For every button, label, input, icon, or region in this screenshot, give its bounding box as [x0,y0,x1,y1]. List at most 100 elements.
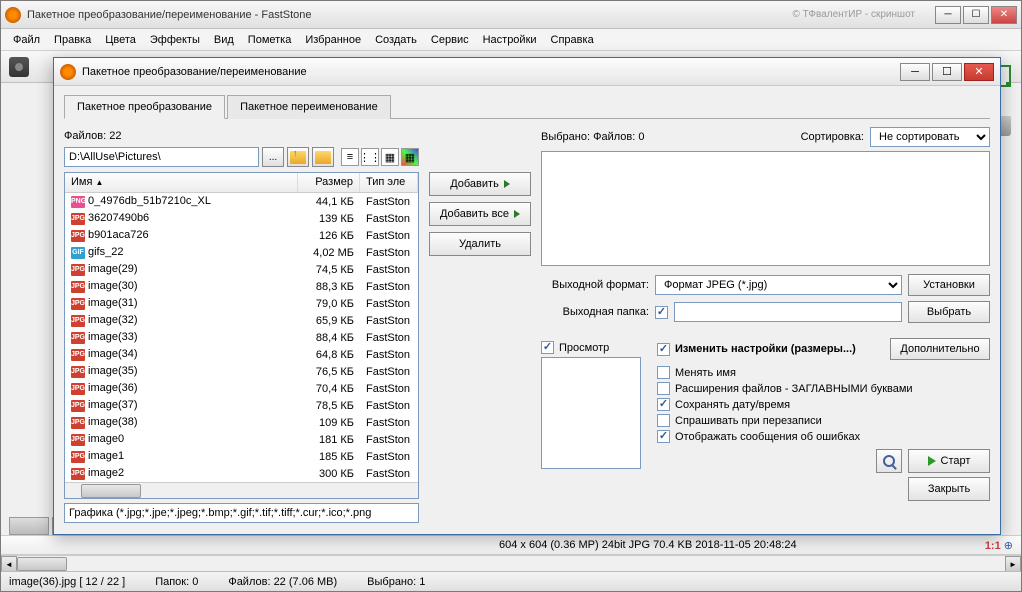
view-thumbs-icon[interactable]: ▦ [401,148,419,166]
menu-файл[interactable]: Файл [7,32,46,48]
add-button[interactable]: Добавить [429,172,531,196]
menu-цвета[interactable]: Цвета [99,32,142,48]
option-checkbox-1[interactable] [657,382,670,395]
option-checkbox-0[interactable] [657,366,670,379]
arrow-right-icon [514,210,520,218]
tab-1[interactable]: Пакетное переименование [227,95,391,119]
main-window-controls: ─ ☐ ✕ [935,6,1017,24]
resize-checkbox[interactable] [657,343,670,356]
format-select[interactable]: Формат JPEG (*.jpg) [655,275,902,295]
file-row[interactable]: JPGimage(36)70,4 КБFastSton [65,380,418,397]
menu-создать[interactable]: Создать [369,32,423,48]
menu-вид[interactable]: Вид [208,32,240,48]
dialog-titlebar: Пакетное преобразование/переименование ─… [54,58,1000,86]
dialog-minimize-button[interactable]: ─ [900,63,930,81]
resize-label: Изменить настройки (размеры...) [675,343,856,355]
view-list-icon[interactable]: ≡ [341,148,359,166]
list-hscroll-thumb[interactable] [81,484,141,498]
remove-button[interactable]: Удалить [429,232,531,256]
folder-checkbox[interactable] [655,306,668,319]
file-row[interactable]: JPG36207490b6139 КБFastSton [65,210,418,227]
view-icons-icon[interactable]: ▦ [381,148,399,166]
jpg-icon: JPG [71,298,85,310]
start-button[interactable]: Старт [908,449,990,473]
file-row[interactable]: PNG0_4976db_51b7210c_XL44,1 КБFastSton [65,193,418,210]
col-size[interactable]: Размер [298,173,360,192]
jpg-icon: JPG [71,315,85,327]
file-row[interactable]: JPGimage(37)78,5 КБFastSton [65,397,418,414]
option-checkbox-4[interactable] [657,430,670,443]
jpg-icon: JPG [71,349,85,361]
jpg-icon: JPG [71,383,85,395]
file-row[interactable]: JPGimage(29)74,5 КБFastSton [65,261,418,278]
file-row[interactable]: JPGimage(32)65,9 КБFastSton [65,312,418,329]
jpg-icon: JPG [71,213,85,225]
folder-icon[interactable] [312,147,334,167]
minimize-button[interactable]: ─ [935,6,961,24]
add-all-button[interactable]: Добавить все [429,202,531,226]
option-checkbox-2[interactable] [657,398,670,411]
path-input[interactable] [64,147,259,167]
view-details-icon[interactable]: ⋮⋮ [361,148,379,166]
screenshot-icon[interactable] [9,57,29,77]
jpg-icon: JPG [71,332,85,344]
file-row[interactable]: JPGimage(33)88,4 КБFastSton [65,329,418,346]
file-row[interactable]: JPGimage(38)109 КБFastSton [65,414,418,431]
col-type[interactable]: Тип эле [360,173,418,192]
dialog-title: Пакетное преобразование/переименование [82,66,307,78]
folder-up-icon[interactable]: ↑ [287,147,309,167]
browse-folder-button[interactable]: Выбрать [908,301,990,323]
sort-label: Сортировка: [801,131,864,143]
menu-избранное[interactable]: Избранное [299,32,367,48]
file-row[interactable]: JPGimage(30)88,3 КБFastSton [65,278,418,295]
close-button[interactable]: ✕ [991,6,1017,24]
scroll-track[interactable] [17,556,1005,571]
menu-настройки[interactable]: Настройки [477,32,543,48]
file-row[interactable]: JPGimage0181 КБFastSton [65,431,418,448]
settings-button[interactable]: Установки [908,274,990,296]
file-row[interactable]: JPGimage(35)76,5 КБFastSton [65,363,418,380]
sort-select[interactable]: Не сортировать [870,127,990,147]
menu-сервис[interactable]: Сервис [425,32,475,48]
close-dialog-button[interactable]: Закрыть [908,477,990,501]
scroll-right-icon[interactable]: ► [1005,556,1021,572]
bg-title: © ТФвалентИР - скриншот [792,9,915,20]
maximize-button[interactable]: ☐ [963,6,989,24]
jpg-icon: JPG [71,434,85,446]
list-hscroll[interactable] [65,482,418,498]
status-bar: image(36).jpg [ 12 / 22 ] Папок: 0 Файло… [1,571,1021,591]
file-row[interactable]: JPGimage(31)79,0 КБFastSton [65,295,418,312]
file-row[interactable]: JPGimage2300 КБFastSton [65,465,418,482]
output-folder-input[interactable] [674,302,902,322]
file-row[interactable]: JPGimage(34)64,8 КБFastSton [65,346,418,363]
zoom-icon[interactable]: ⊕ [1004,540,1013,552]
col-name[interactable]: Имя ▲ [65,173,298,192]
batch-dialog: Пакетное преобразование/переименование ─… [53,57,1001,535]
selected-list[interactable] [541,151,990,266]
dialog-maximize-button[interactable]: ☐ [932,63,962,81]
preview-checkbox[interactable] [541,341,554,354]
menu-правка[interactable]: Правка [48,32,97,48]
file-row[interactable]: JPGimage1185 КБFastSton [65,448,418,465]
menubar: ФайлПравкаЦветаЭффектыВидПометкаИзбранно… [1,29,1021,51]
file-row[interactable]: GIFgifs_224,02 МБFastSton [65,244,418,261]
scroll-thumb[interactable] [17,557,67,571]
menu-эффекты[interactable]: Эффекты [144,32,206,48]
option-label: Отображать сообщения об ошибках [675,431,860,443]
tab-0[interactable]: Пакетное преобразование [64,95,225,119]
thumbnail[interactable] [9,517,49,535]
option-label: Сохранять дату/время [675,399,790,411]
zoom-button[interactable] [876,449,902,473]
browse-path-button[interactable]: ... [262,147,284,167]
dialog-close-button[interactable]: ✕ [964,63,994,81]
filter-input[interactable] [64,503,419,523]
scroll-left-icon[interactable]: ◄ [1,556,17,572]
horizontal-scrollbar[interactable]: ◄ ► [1,555,1021,571]
menu-пометка[interactable]: Пометка [242,32,298,48]
file-row[interactable]: JPGb901aca726126 КБFastSton [65,227,418,244]
mid-buttons: Добавить Добавить все Удалить [429,127,531,523]
advanced-button[interactable]: Дополнительно [890,338,990,360]
option-checkbox-3[interactable] [657,414,670,427]
file-list-body[interactable]: PNG0_4976db_51b7210c_XL44,1 КБFastStonJP… [65,193,418,482]
menu-справка[interactable]: Справка [545,32,600,48]
